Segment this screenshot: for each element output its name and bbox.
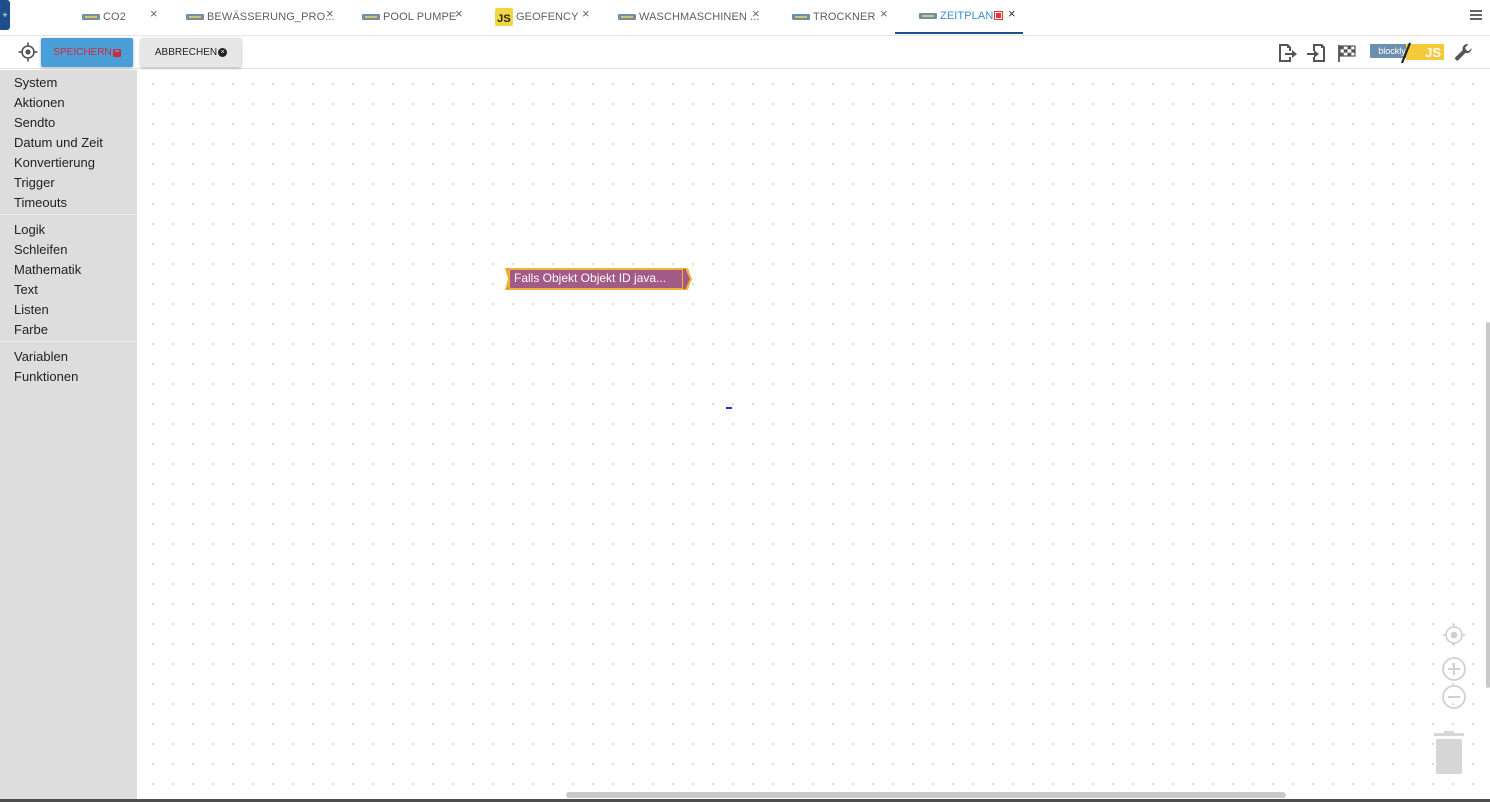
- toolbox-item-listen[interactable]: Listen: [0, 300, 137, 320]
- tab-label: TROCKNER: [813, 11, 876, 23]
- toolbox-item-sendto[interactable]: Sendto: [0, 113, 137, 133]
- toolbox-separator: [0, 214, 137, 215]
- toolbox-item-datum-und-zeit[interactable]: Datum und Zeit: [0, 133, 137, 153]
- toolbox-group-1: System Aktionen Sendto Datum und Zeit Ko…: [0, 70, 137, 213]
- wrench-icon[interactable]: [1453, 42, 1475, 64]
- save-button-label: SPEICHERN: [53, 47, 112, 58]
- tab-co2[interactable]: CO2 ×: [82, 0, 162, 34]
- tab-label: CO2: [103, 11, 126, 23]
- locate-icon[interactable]: [18, 42, 38, 62]
- cancel-circle-icon: ×: [218, 48, 228, 57]
- toolbox-item-text[interactable]: Text: [0, 280, 137, 300]
- toolbox-item-farbe[interactable]: Farbe: [0, 320, 137, 340]
- zoom-in-icon[interactable]: [1442, 657, 1466, 681]
- close-icon[interactable]: ×: [880, 6, 888, 21]
- tab-trockner[interactable]: TROCKNER ×: [792, 0, 892, 34]
- tab-bewaesserung[interactable]: BEWÄSSERUNG_PRO... ×: [186, 0, 336, 34]
- blockly-icon: [362, 14, 380, 20]
- blockly-toolbox: System Aktionen Sendto Datum und Zeit Ko…: [0, 70, 137, 802]
- close-icon[interactable]: ×: [455, 6, 463, 21]
- toolbox-item-konvertierung[interactable]: Konvertierung: [0, 153, 137, 173]
- toolbox-item-aktionen[interactable]: Aktionen: [0, 93, 137, 113]
- tab-label: ZEITPLAN: [940, 10, 994, 22]
- text-cursor-mark: [726, 407, 732, 409]
- vertical-scrollbar[interactable]: [1486, 322, 1490, 688]
- toolbox-group-3: Variablen Funktionen: [0, 347, 137, 387]
- blockly-icon: [618, 14, 636, 20]
- blockly-icon: [792, 14, 810, 20]
- menu-toggle-button[interactable]: +: [0, 0, 10, 30]
- checkered-flag-icon[interactable]: [1336, 42, 1358, 64]
- save-disk-icon: [112, 48, 121, 57]
- save-button[interactable]: SPEICHERN: [41, 38, 133, 67]
- cancel-button-label: ABBRECHEN: [154, 47, 218, 58]
- tab-zeitplan[interactable]: ZEITPLAN ×: [895, 0, 1023, 34]
- cancel-button[interactable]: ABBRECHEN ×: [141, 38, 241, 67]
- blockly-icon: [186, 14, 204, 20]
- toolbox-item-variablen[interactable]: Variablen: [0, 347, 137, 367]
- tab-pool-pumpe[interactable]: POOL PUMPE ×: [362, 0, 467, 34]
- toolbox-item-mathematik[interactable]: Mathematik: [0, 260, 137, 280]
- tab-bar: + CO2 × BEWÄSSERUNG_PRO... × POOL PUMPE …: [0, 0, 1490, 36]
- toolbox-item-schleifen[interactable]: Schleifen: [0, 240, 137, 260]
- close-icon[interactable]: ×: [150, 6, 158, 21]
- block-right-notch-icon: [682, 268, 692, 290]
- toolbox-group-2: Logik Schleifen Mathematik Text Listen F…: [0, 220, 137, 340]
- trigger-block-text: Falls Objekt Objekt ID java...: [514, 271, 667, 285]
- javascript-icon: JS: [495, 8, 513, 26]
- toolbox-item-system[interactable]: System: [0, 73, 137, 93]
- toolbox-item-trigger[interactable]: Trigger: [0, 173, 137, 193]
- toolbox-item-funktionen[interactable]: Funktionen: [0, 367, 137, 387]
- zoom-out-icon[interactable]: [1442, 685, 1466, 709]
- tab-geofency[interactable]: JS GEOFENCY ×: [495, 0, 595, 34]
- horizontal-scrollbar[interactable]: [566, 792, 1286, 798]
- toolbox-item-logik[interactable]: Logik: [0, 220, 137, 240]
- slash-icon: [1400, 42, 1412, 64]
- import-icon[interactable]: [1306, 42, 1328, 64]
- blockly-icon: [82, 14, 100, 20]
- close-icon[interactable]: ×: [326, 6, 334, 21]
- close-icon[interactable]: ×: [1008, 6, 1016, 21]
- tabs-menu-icon[interactable]: [1470, 10, 1482, 20]
- recenter-icon[interactable]: [1442, 623, 1466, 647]
- tab-label: POOL PUMPE: [383, 11, 457, 23]
- toolbox-item-timeouts[interactable]: Timeouts: [0, 193, 137, 213]
- tab-label: GEOFENCY: [516, 11, 579, 23]
- tab-label: WASCHMASCHINEN ...: [639, 11, 760, 23]
- trash-can-icon[interactable]: [1432, 731, 1466, 775]
- blockly-to-js-toggle[interactable]: blockly JS: [1366, 42, 1446, 64]
- blockly-icon: [919, 13, 937, 19]
- export-icon[interactable]: [1276, 42, 1298, 64]
- tab-waschmaschinen[interactable]: WASCHMASCHINEN ... ×: [618, 0, 763, 34]
- tab-label: BEWÄSSERUNG_PRO...: [207, 11, 335, 23]
- close-icon[interactable]: ×: [582, 6, 590, 21]
- close-icon[interactable]: ×: [752, 6, 760, 21]
- blockly-workspace[interactable]: Falls Objekt Objekt ID java...: [137, 70, 1490, 799]
- editor-toolbar: SPEICHERN ABBRECHEN ×: [0, 36, 1490, 69]
- toolbox-separator: [0, 341, 137, 342]
- stop-icon[interactable]: [994, 10, 1004, 20]
